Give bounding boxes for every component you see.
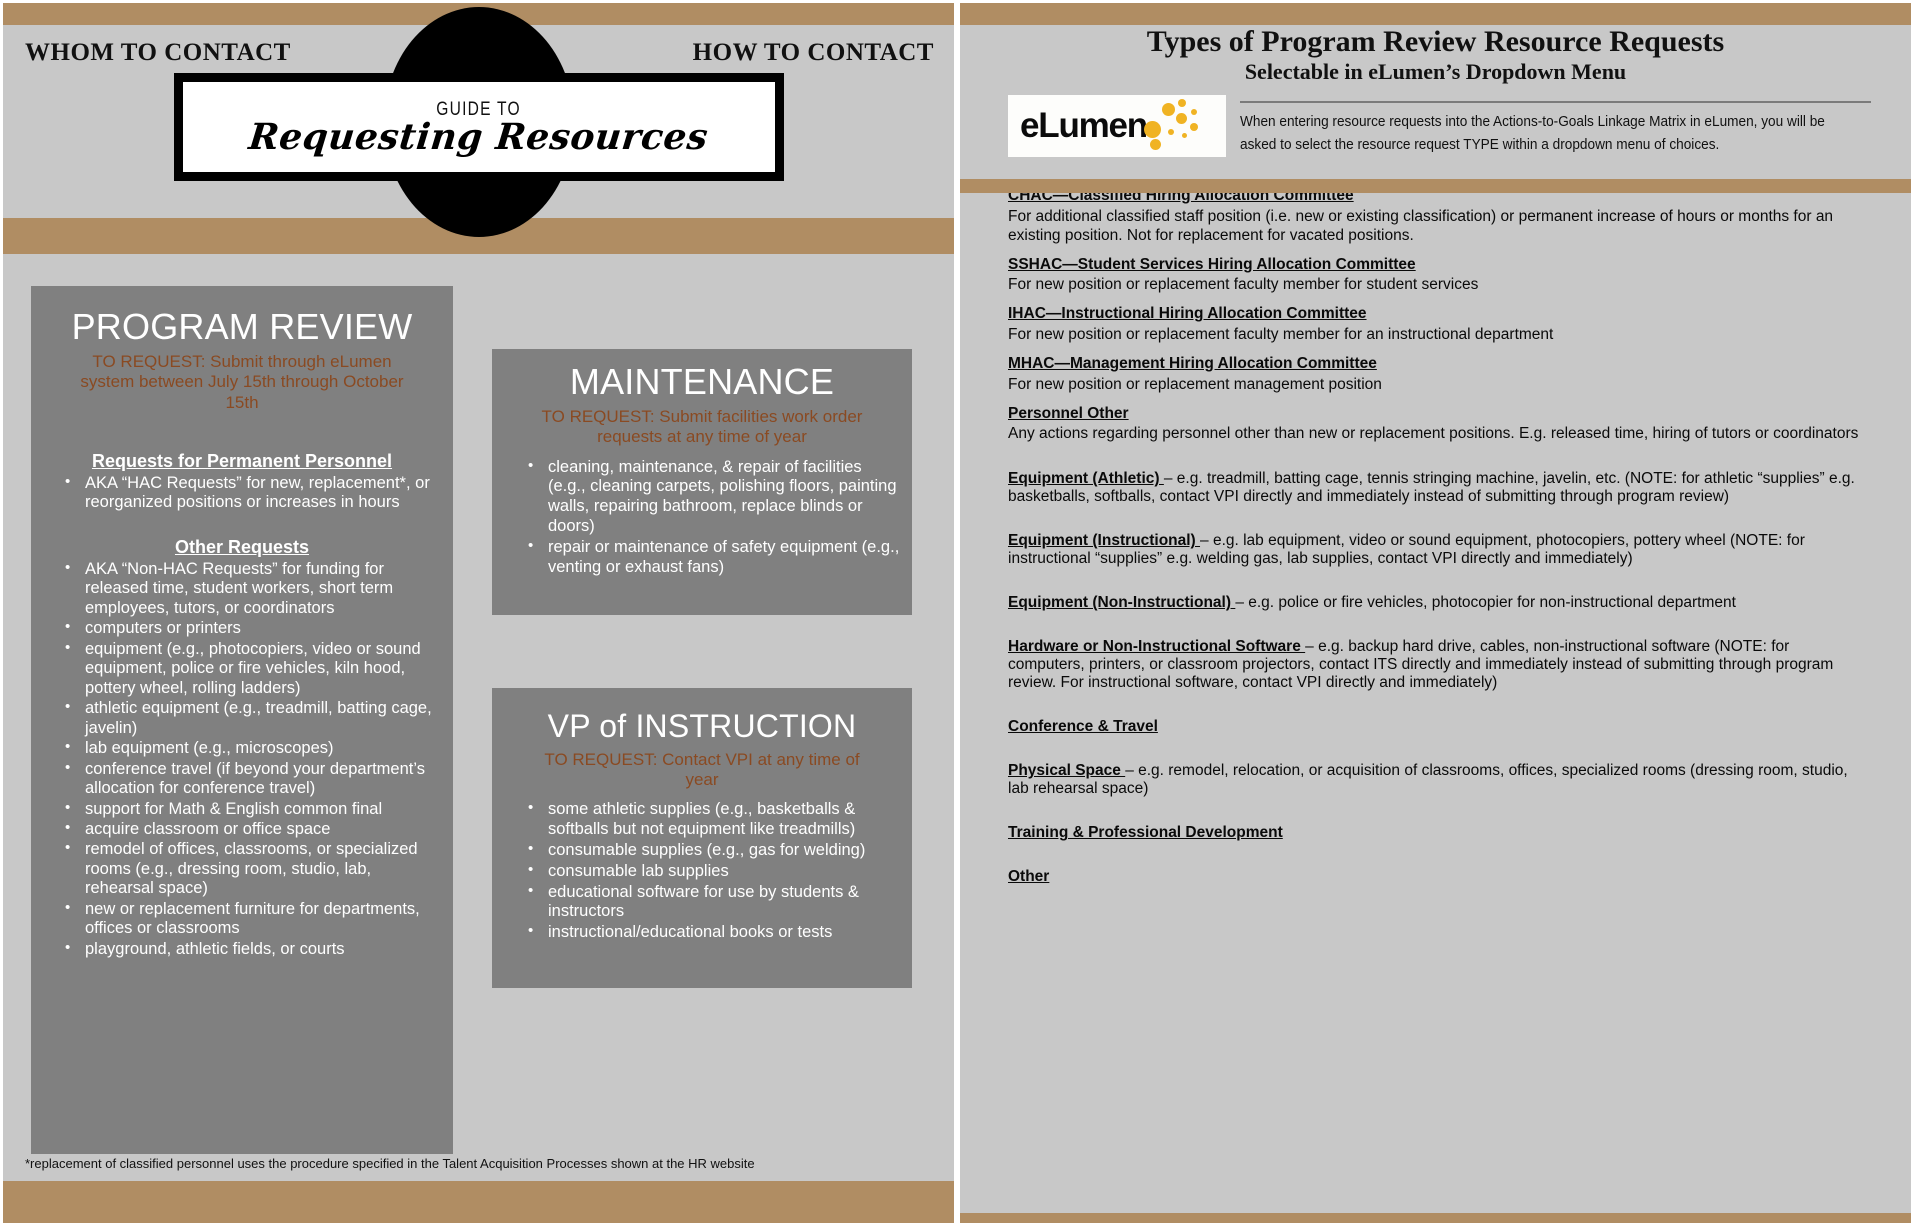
entry-heading: Conference & Travel	[1008, 718, 1158, 736]
flyer-page: WHOM TO CONTACT HOW TO CONTACT GUIDE TO …	[0, 0, 1920, 1226]
entry-inline-description: – e.g. remodel, relocation, or acquisiti…	[1008, 762, 1848, 798]
entry-description: Any actions regarding personnel other th…	[1008, 425, 1859, 443]
list-item: new or replacement furniture for departm…	[43, 899, 441, 939]
entry-description: For new position or replacement faculty …	[1008, 326, 1554, 344]
entry-physical-space: Physical Space – e.g. remodel, relocatio…	[1008, 762, 1865, 798]
entry-description: For new position or replacement faculty …	[1008, 276, 1479, 294]
entry-heading: Equipment (Athletic)	[1008, 470, 1164, 488]
list-item: consumable lab supplies	[502, 861, 902, 882]
list-item: acquire classroom or office space	[43, 819, 441, 839]
other-requests-list: AKA “Non-HAC Requests” for funding for r…	[43, 559, 441, 959]
maintenance-box: MAINTENANCE TO REQUEST: Submit facilitie…	[492, 349, 912, 615]
intro-block: When entering resource requests into the…	[1240, 95, 1871, 158]
elumen-logo-text: eLumen	[1020, 106, 1148, 146]
entry-conference-travel: Conference & Travel	[1008, 718, 1865, 736]
list-item: repair or maintenance of safety equipmen…	[502, 537, 902, 578]
right-panel-subtitle: Selectable in eLumen’s Dropdown Menu	[1244, 58, 1627, 84]
list-item: some athletic supplies (e.g., basketball…	[502, 799, 902, 840]
program-review-box: PROGRAM REVIEW TO REQUEST: Submit throug…	[31, 286, 453, 1154]
list-item: instructional/educational books or tests	[502, 922, 902, 943]
program-review-to-request: TO REQUEST: Submit through eLumen system…	[80, 351, 404, 412]
right-bottom-band	[960, 1213, 1911, 1223]
entry-hardware-software: Hardware or Non-Instructional Software –…	[1008, 638, 1865, 692]
maintenance-title: MAINTENANCE	[569, 361, 835, 402]
list-item: conference travel (if beyond your depart…	[43, 759, 441, 799]
list-item: AKA “HAC Requests” for new, replacement*…	[43, 473, 441, 513]
requests-permanent-personnel-heading: Requests for Permanent Personnel	[91, 450, 393, 471]
intro-divider	[1240, 100, 1871, 103]
list-item: lab equipment (e.g., microscopes)	[43, 738, 441, 758]
entry-heading: Personnel Other	[1008, 404, 1129, 422]
other-requests-heading: Other Requests	[174, 536, 310, 557]
elumen-dots-icon	[1138, 98, 1208, 153]
entry-inline-description: – e.g. police or fire vehicles, photocop…	[1235, 594, 1736, 612]
entry-mhac: MHAC—Management Hiring Allocation Commit…	[1008, 354, 1865, 395]
maintenance-to-request: TO REQUEST: Submit facilities work order…	[541, 406, 863, 447]
entry-heading: SSHAC—Student Services Hiring Allocation…	[1008, 255, 1416, 273]
footnote: *replacement of classified personnel use…	[25, 1156, 755, 1171]
page-title: Requesting Resources	[246, 116, 711, 158]
entry-heading: Equipment (Non-Instructional)	[1008, 594, 1236, 612]
entry-heading: Other	[1008, 868, 1050, 886]
list-item: playground, athletic fields, or courts	[43, 939, 441, 959]
title-banner: GUIDE TO Requesting Resources	[173, 73, 784, 181]
list-item: educational software for use by students…	[502, 882, 902, 923]
entry-heading: Equipment (Instructional)	[1008, 532, 1201, 550]
right-top-band	[960, 3, 1911, 25]
entry-sshac: SSHAC—Student Services Hiring Allocation…	[1008, 255, 1865, 296]
list-item: equipment (e.g., photocopiers, video or …	[43, 639, 441, 698]
entry-training-professional-development: Training & Professional Development	[1008, 824, 1865, 842]
intro-text: When entering resource requests into the…	[1240, 113, 1825, 154]
list-item: remodel of offices, classrooms, or speci…	[43, 839, 441, 898]
entry-personnel-other: Personnel Other Any actions regarding pe…	[1008, 404, 1865, 445]
vp-instruction-title: VP of INSTRUCTION	[547, 708, 857, 744]
vp-instruction-list: some athletic supplies (e.g., basketball…	[502, 799, 902, 943]
program-review-title: PROGRAM REVIEW	[71, 306, 413, 347]
entry-heading: IHAC—Instructional Hiring Allocation Com…	[1008, 305, 1367, 323]
list-item: support for Math & English common final	[43, 799, 441, 819]
entry-heading: MHAC—Management Hiring Allocation Commit…	[1008, 354, 1377, 372]
entry-description: For additional classified staff position…	[1008, 207, 1834, 244]
entry-other: Other	[1008, 868, 1865, 886]
entry-equipment-athletic: Equipment (Athletic) – e.g. treadmill, b…	[1008, 470, 1865, 506]
entry-equipment-non-instructional: Equipment (Non-Instructional) – e.g. pol…	[1008, 594, 1865, 612]
logo-and-intro-row: eLumen When entering resource requests i…	[960, 85, 1911, 158]
entry-equipment-instructional: Equipment (Instructional) – e.g. lab equ…	[1008, 532, 1865, 568]
header-whom-to-contact: WHOM TO CONTACT	[25, 39, 291, 66]
elumen-logo: eLumen	[1008, 94, 1226, 157]
list-item: athletic equipment (e.g., treadmill, bat…	[43, 698, 441, 738]
entry-heading: Hardware or Non-Instructional Software	[1008, 638, 1306, 656]
entry-heading: Physical Space	[1008, 762, 1126, 780]
maintenance-list: cleaning, maintenance, & repair of facil…	[502, 457, 902, 578]
list-item: AKA “Non-HAC Requests” for funding for r…	[43, 559, 441, 618]
vp-instruction-to-request: TO REQUEST: Contact VPI at any time of y…	[544, 749, 860, 789]
requests-permanent-personnel-list: AKA “HAC Requests” for new, replacement*…	[43, 473, 441, 513]
right-middle-band	[960, 179, 1911, 193]
entry-ihac: IHAC—Instructional Hiring Allocation Com…	[1008, 304, 1865, 345]
header-how-to-contact: HOW TO CONTACT	[692, 39, 934, 66]
request-types-list: CHAC—Classified Hiring Allocation Commit…	[960, 158, 1911, 886]
bottom-band	[3, 1181, 954, 1223]
left-panel: WHOM TO CONTACT HOW TO CONTACT GUIDE TO …	[0, 0, 954, 1226]
right-panel: Types of Program Review Resource Request…	[954, 0, 1914, 1226]
entry-description: For new position or replacement manageme…	[1008, 375, 1382, 393]
list-item: consumable supplies (e.g., gas for weldi…	[502, 840, 902, 861]
entry-heading: Training & Professional Development	[1008, 824, 1283, 842]
list-item: computers or printers	[43, 618, 441, 638]
vp-instruction-box: VP of INSTRUCTION TO REQUEST: Contact VP…	[492, 688, 912, 988]
list-item: cleaning, maintenance, & repair of facil…	[502, 457, 902, 537]
entry-chac: CHAC—Classified Hiring Allocation Commit…	[1008, 186, 1865, 246]
